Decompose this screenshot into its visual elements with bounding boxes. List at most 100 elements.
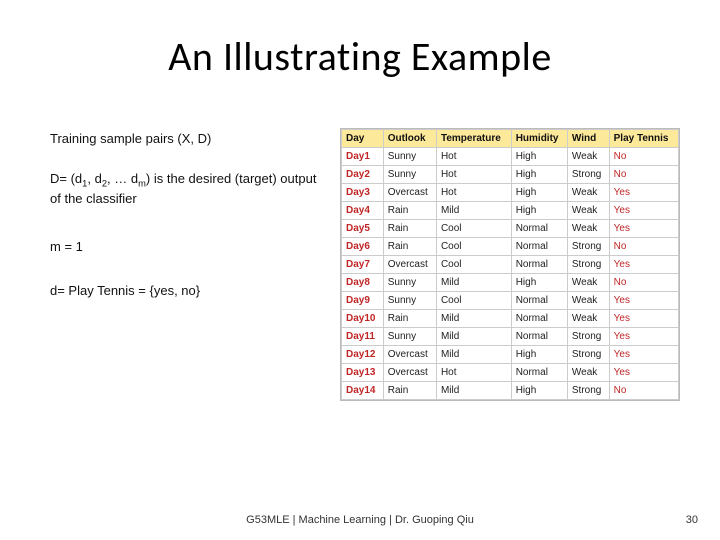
cell-value: Mild	[436, 382, 511, 400]
cell-day: Day1	[342, 148, 384, 166]
cell-value: Overcast	[383, 256, 436, 274]
table-row: Day1SunnyHotHighWeakNo	[342, 148, 679, 166]
cell-value: Cool	[436, 238, 511, 256]
cell-day: Day11	[342, 328, 384, 346]
text-desired-output: D= (d1, d2, … dm) is the desired (target…	[50, 170, 330, 208]
cell-value: Weak	[567, 274, 609, 292]
cell-value: Sunny	[383, 328, 436, 346]
cell-result: No	[609, 382, 678, 400]
col-header: Outlook	[383, 130, 436, 148]
cell-value: High	[511, 148, 567, 166]
table-row: Day14RainMildHighStrongNo	[342, 382, 679, 400]
cell-result: Yes	[609, 256, 678, 274]
cell-day: Day12	[342, 346, 384, 364]
slide-footer: G53MLE | Machine Learning | Dr. Guoping …	[0, 514, 720, 526]
cell-day: Day8	[342, 274, 384, 292]
col-header: Play Tennis	[609, 130, 678, 148]
table-header-row: DayOutlookTemperatureHumidityWindPlay Te…	[342, 130, 679, 148]
table-row: Day10RainMildNormalWeakYes	[342, 310, 679, 328]
subscript-m: m	[138, 179, 146, 189]
page-number: 30	[686, 514, 698, 526]
cell-value: Strong	[567, 166, 609, 184]
cell-value: Normal	[511, 220, 567, 238]
cell-value: Hot	[436, 148, 511, 166]
cell-value: Mild	[436, 202, 511, 220]
cell-value: Weak	[567, 148, 609, 166]
table-header: DayOutlookTemperatureHumidityWindPlay Te…	[342, 130, 679, 148]
cell-value: Weak	[567, 364, 609, 382]
cell-value: Strong	[567, 382, 609, 400]
cell-value: Strong	[567, 328, 609, 346]
tennis-table: DayOutlookTemperatureHumidityWindPlay Te…	[340, 128, 680, 401]
table-row: Day11SunnyMildNormalStrongYes	[342, 328, 679, 346]
cell-value: Weak	[567, 202, 609, 220]
cell-value: Sunny	[383, 166, 436, 184]
table-row: Day7OvercastCoolNormalStrongYes	[342, 256, 679, 274]
cell-result: Yes	[609, 292, 678, 310]
cell-value: Sunny	[383, 148, 436, 166]
text-m-equals-1: m = 1	[50, 238, 330, 256]
cell-value: Sunny	[383, 292, 436, 310]
cell-value: Hot	[436, 184, 511, 202]
table-body: Day1SunnyHotHighWeakNoDay2SunnyHotHighSt…	[342, 148, 679, 400]
cell-value: Mild	[436, 274, 511, 292]
cell-value: Strong	[567, 238, 609, 256]
cell-day: Day14	[342, 382, 384, 400]
col-header: Day	[342, 130, 384, 148]
col-header: Wind	[567, 130, 609, 148]
cell-day: Day10	[342, 310, 384, 328]
cell-value: Weak	[567, 310, 609, 328]
cell-value: Mild	[436, 310, 511, 328]
cell-day: Day7	[342, 256, 384, 274]
text-fragment: , d	[87, 171, 101, 186]
cell-day: Day4	[342, 202, 384, 220]
cell-value: Rain	[383, 202, 436, 220]
table-row: Day9SunnyCoolNormalWeakYes	[342, 292, 679, 310]
cell-value: Mild	[436, 328, 511, 346]
cell-result: No	[609, 166, 678, 184]
cell-value: Rain	[383, 238, 436, 256]
cell-value: Rain	[383, 220, 436, 238]
cell-value: Normal	[511, 256, 567, 274]
cell-value: High	[511, 346, 567, 364]
col-header: Temperature	[436, 130, 511, 148]
table-row: Day13OvercastHotNormalWeakYes	[342, 364, 679, 382]
cell-value: Normal	[511, 292, 567, 310]
cell-value: Rain	[383, 382, 436, 400]
table-row: Day4RainMildHighWeakYes	[342, 202, 679, 220]
cell-value: High	[511, 184, 567, 202]
cell-result: Yes	[609, 310, 678, 328]
cell-day: Day3	[342, 184, 384, 202]
cell-result: No	[609, 274, 678, 292]
text-fragment: D= (d	[50, 171, 82, 186]
cell-value: High	[511, 274, 567, 292]
cell-result: Yes	[609, 328, 678, 346]
cell-value: High	[511, 166, 567, 184]
cell-result: Yes	[609, 202, 678, 220]
col-header: Humidity	[511, 130, 567, 148]
cell-result: No	[609, 238, 678, 256]
cell-value: Normal	[511, 328, 567, 346]
table-row: Day3OvercastHotHighWeakYes	[342, 184, 679, 202]
text-fragment: , … d	[107, 171, 138, 186]
cell-value: Cool	[436, 292, 511, 310]
cell-day: Day9	[342, 292, 384, 310]
cell-value: Overcast	[383, 346, 436, 364]
text-training-pairs: Training sample pairs (X, D)	[50, 130, 330, 148]
cell-value: Hot	[436, 166, 511, 184]
slide: An Illustrating Example Training sample …	[0, 0, 720, 540]
cell-value: Mild	[436, 346, 511, 364]
cell-value: Normal	[511, 238, 567, 256]
cell-day: Day13	[342, 364, 384, 382]
cell-value: High	[511, 382, 567, 400]
cell-value: Rain	[383, 310, 436, 328]
cell-value: Strong	[567, 346, 609, 364]
text-d-play-tennis: d= Play Tennis = {yes, no}	[50, 282, 330, 300]
table-row: Day2SunnyHotHighStrongNo	[342, 166, 679, 184]
table-row: Day12OvercastMildHighStrongYes	[342, 346, 679, 364]
cell-value: Normal	[511, 364, 567, 382]
cell-value: High	[511, 202, 567, 220]
slide-title: An Illustrating Example	[0, 32, 720, 81]
cell-result: Yes	[609, 346, 678, 364]
cell-day: Day2	[342, 166, 384, 184]
